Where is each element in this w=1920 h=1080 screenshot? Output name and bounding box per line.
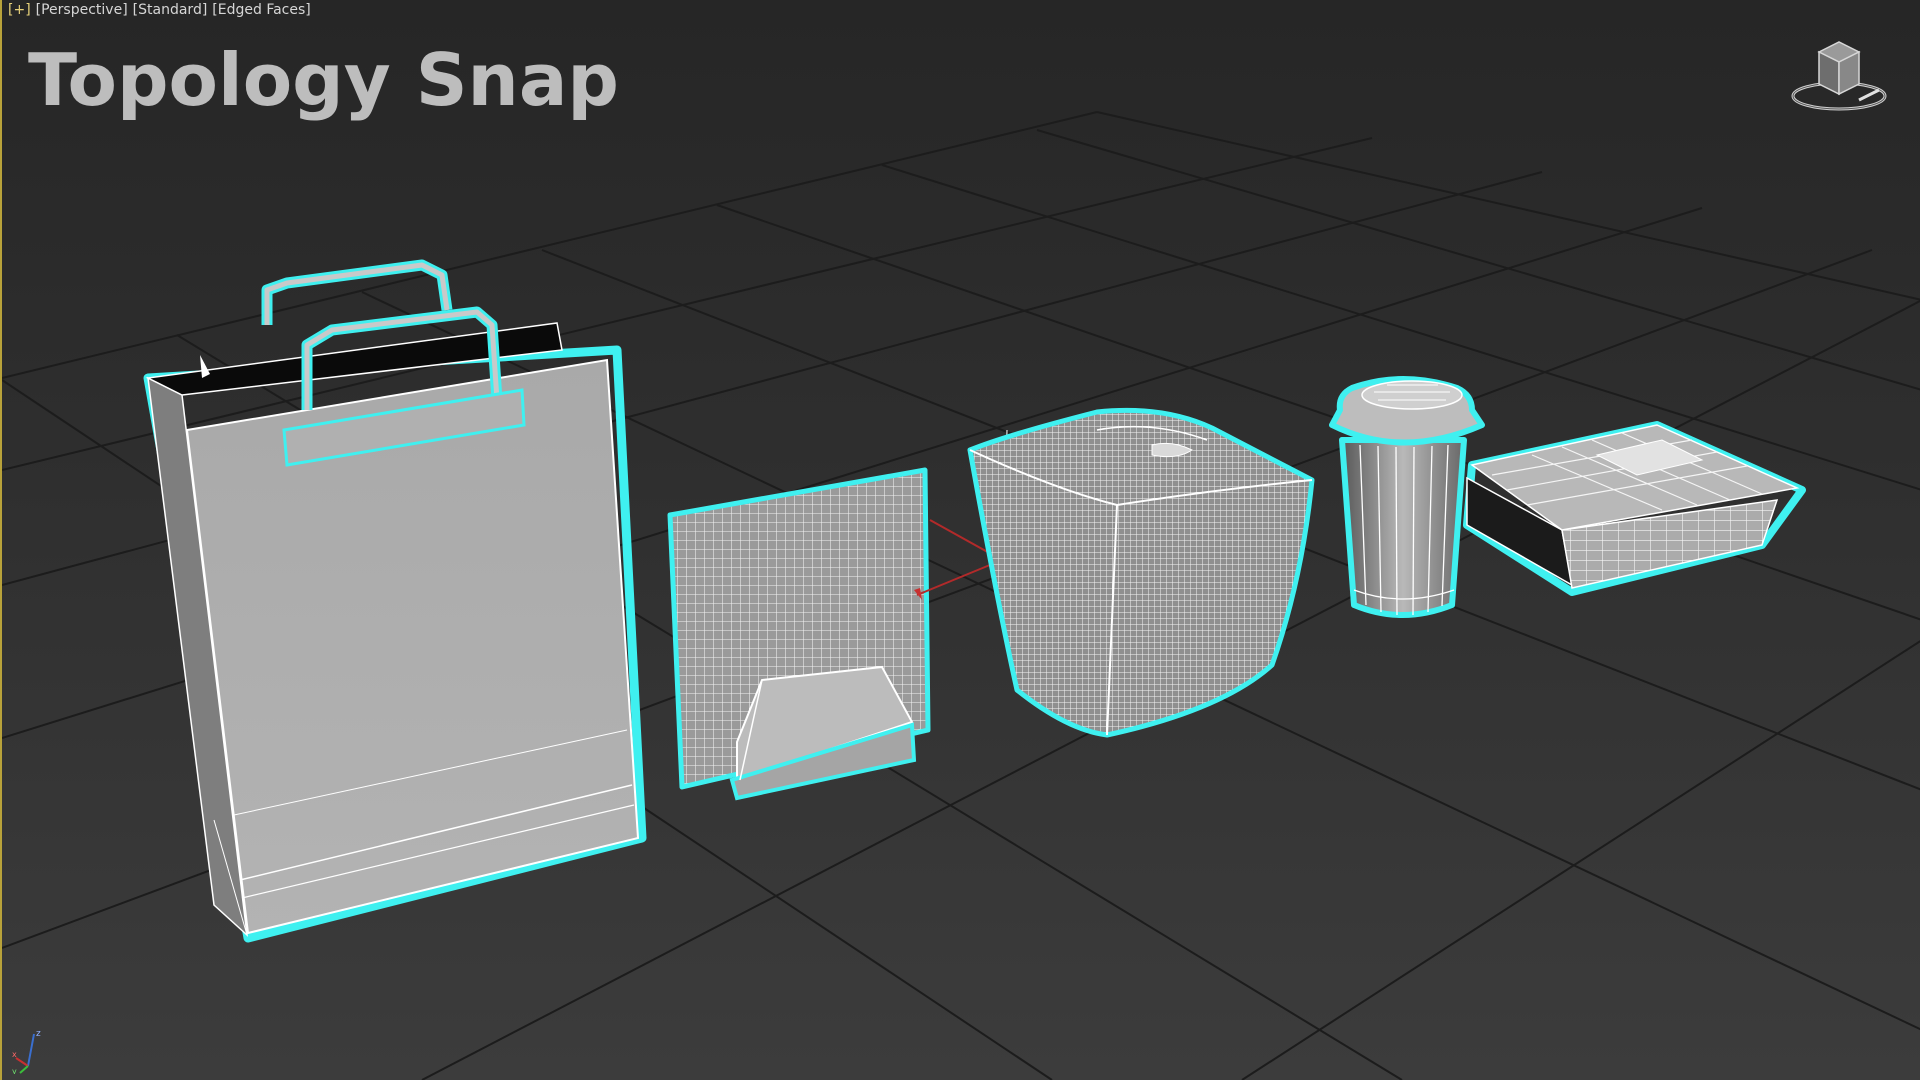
svg-text:y: y [12,1067,17,1074]
paper-bag-object[interactable] [143,259,647,943]
axis-tripod-icon: z x y [12,1029,41,1074]
coffee-cup-object[interactable] [1329,376,1485,618]
perspective-viewport[interactable]: [+] [Perspective] [Standard] [Edged Face… [0,0,1920,1080]
viewport-point-of-view-menu[interactable]: [Perspective] [36,2,128,18]
svg-text:x: x [12,1050,17,1059]
takeout-box-object[interactable] [967,407,1315,738]
food-container-object[interactable] [1463,421,1806,596]
scene-canvas[interactable] [2,0,1920,1080]
viewport-label-menus: [+] [Perspective] [Standard] [Edged Face… [8,2,311,18]
viewport-shading-menu[interactable]: [Standard] [133,2,208,18]
viewport-general-menu[interactable]: [+] [8,2,31,18]
overlay-title: Topology Snap [28,38,619,122]
viewport-display-mode-menu[interactable]: [Edged Faces] [212,2,310,18]
svg-text:z: z [36,1029,41,1039]
viewcube-icon[interactable] [1784,38,1894,118]
napkin-holder-object[interactable] [667,467,931,801]
